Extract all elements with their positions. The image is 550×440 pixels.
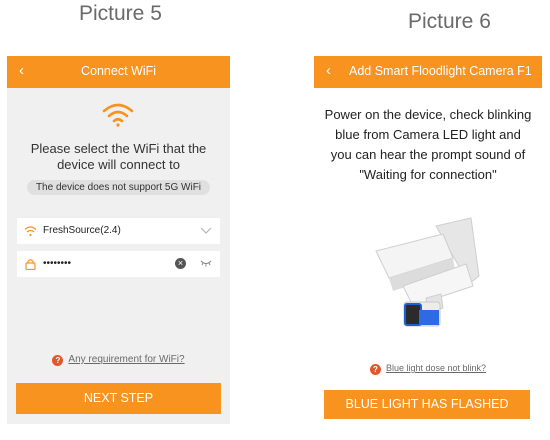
eye-closed-icon[interactable] [200, 260, 212, 267]
wifi-small-icon [24, 226, 37, 237]
wifi-help-link[interactable]: ? Any requirement for WiFi? [7, 354, 230, 366]
page-title: Add Smart Floodlight Camera F1 [349, 64, 532, 78]
clear-icon[interactable]: × [175, 258, 186, 269]
next-step-button[interactable]: NEXT STEP [16, 383, 221, 414]
app-bar: ‹ Connect WiFi [7, 56, 230, 88]
app-bar: ‹ Add Smart Floodlight Camera F1 [314, 56, 542, 88]
ssid-value: FreshSource(2.4) [43, 225, 121, 236]
back-icon[interactable]: ‹ [326, 62, 331, 79]
power-on-instructions: Power on the device, check blinking blue… [324, 107, 532, 182]
caption-picture-5: Picture 5 [79, 2, 162, 25]
question-icon: ? [369, 364, 381, 375]
blue-light-help-label[interactable]: Blue light dose not blink? [386, 363, 486, 373]
add-camera-screen: ‹ Add Smart Floodlight Camera F1 Power o… [314, 56, 542, 432]
floodlight-camera-image [375, 217, 480, 327]
wifi-password-field[interactable]: •••••••• × [17, 251, 220, 277]
caption-picture-6: Picture 6 [408, 10, 491, 33]
wifi-instruction-heading: Please select the WiFi that the device w… [30, 141, 207, 172]
connect-wifi-screen: ‹ Connect WiFi Please select the WiFi th… [7, 56, 230, 424]
wifi-ssid-select[interactable]: FreshSource(2.4) [17, 218, 220, 244]
blue-light-help-link[interactable]: ? Blue light dose not blink? [314, 363, 542, 375]
blue-light-flashed-button[interactable]: BLUE LIGHT HAS FLASHED [324, 390, 530, 419]
password-value: •••••••• [43, 258, 72, 269]
wifi-icon [102, 103, 134, 127]
chevron-down-icon[interactable] [200, 227, 212, 234]
5g-notice-badge: The device does not support 5G WiFi [27, 180, 210, 195]
wifi-help-label[interactable]: Any requirement for WiFi? [68, 354, 184, 365]
question-icon: ? [52, 355, 64, 366]
lock-icon [25, 259, 36, 270]
page-title: Connect WiFi [80, 64, 157, 78]
